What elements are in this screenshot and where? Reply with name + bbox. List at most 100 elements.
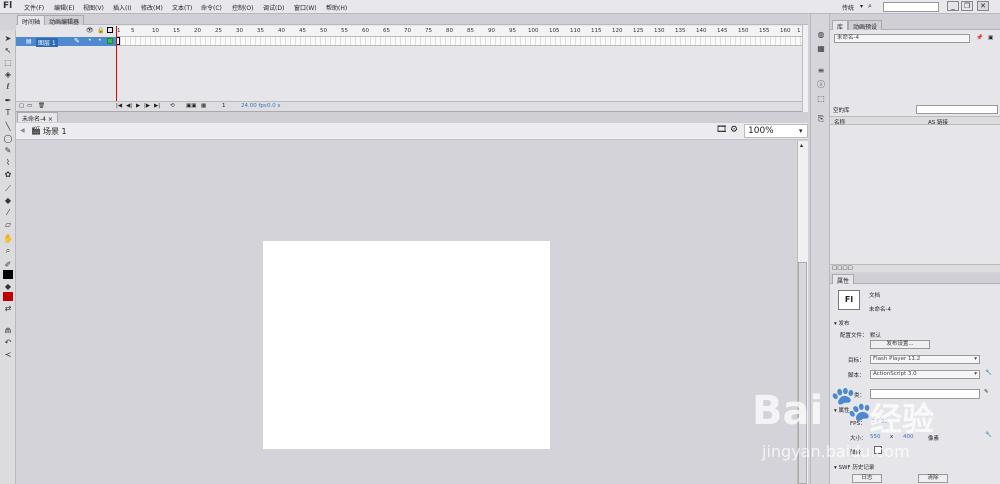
fill-color-swatch[interactable] (3, 292, 13, 301)
brush-tool-icon[interactable]: ⌇ (3, 158, 13, 167)
restore-button[interactable]: ❐ (961, 1, 973, 11)
3d-rotation-tool-icon[interactable]: ◈ (3, 70, 13, 79)
menu-insert[interactable]: 插入(I) (113, 3, 131, 12)
chevron-down-icon[interactable]: ▾ (860, 3, 863, 10)
menu-commands[interactable]: 命令(C) (201, 3, 222, 12)
edit-multiple-icon[interactable]: ▦ (201, 103, 206, 109)
publish-settings-button[interactable]: 发布设置... (870, 340, 930, 349)
back-arrow-icon[interactable]: ◀ (20, 127, 25, 134)
frame-rate[interactable]: 24.00 fps (241, 103, 267, 109)
tab-motion-presets[interactable]: 动画预设 (848, 20, 883, 31)
swf-history-section-header[interactable]: ▾ SWF 历史记录 (834, 463, 874, 471)
edit-scene-icon[interactable]: 🎞 (716, 125, 727, 135)
tab-library[interactable]: 库 (832, 20, 849, 31)
fill-color-icon[interactable]: ◆ (3, 282, 13, 291)
zoom-tool-icon[interactable]: ⌕ (3, 246, 13, 255)
pen-tool-icon[interactable]: ✒ (3, 96, 13, 105)
pencil-tool-icon[interactable]: ✎ (3, 146, 13, 155)
target-select[interactable]: Flash Player 11.2 ▾ (870, 355, 980, 364)
new-layer-icon[interactable]: ▢ (19, 103, 24, 109)
close-icon[interactable]: × (48, 116, 53, 123)
transform-panel-icon[interactable]: ⬚ (816, 94, 826, 103)
scene-name[interactable]: 场景 1 (43, 126, 67, 137)
new-library-icon[interactable]: ▣ (988, 35, 993, 41)
zoom-select[interactable]: 100% ▾ (744, 124, 808, 138)
publish-section-header[interactable]: ▾ 发布 (834, 319, 850, 327)
library-document-select[interactable]: 未命名-4 (834, 34, 970, 43)
delete-layer-icon[interactable]: 🗑 (38, 103, 45, 109)
properties-section-header[interactable]: ▾ 属性 (834, 406, 850, 414)
frame-ruler[interactable]: 1 5 10 15 20 25 30 35 40 45 50 55 60 65 … (116, 26, 802, 37)
first-frame-icon[interactable]: |◀ (116, 103, 122, 109)
smooth-icon[interactable]: ↶ (3, 338, 13, 347)
lock-dot[interactable]: • (98, 37, 102, 44)
menu-file[interactable]: 文件(F) (24, 3, 44, 12)
scroll-up-icon[interactable]: ▴ (800, 142, 803, 149)
tab-timeline[interactable]: 时间轴 (17, 15, 46, 26)
stage-height[interactable]: 400 (903, 434, 914, 440)
eye-icon[interactable]: 👁 (86, 27, 94, 34)
edit-symbol-icon[interactable]: ⚙ (730, 125, 738, 135)
workspace-switcher[interactable]: 传统 (842, 3, 854, 12)
color-panel-icon[interactable]: ◍ (816, 30, 826, 39)
text-tool-icon[interactable]: T (3, 108, 13, 117)
swatches-panel-icon[interactable]: ▦ (816, 44, 826, 53)
menu-help[interactable]: 帮助(H) (326, 3, 347, 12)
lasso-tool-icon[interactable]: ℓ (3, 82, 13, 91)
current-frame[interactable]: 1 (222, 103, 226, 109)
play-icon[interactable]: ▶ (136, 103, 140, 109)
clear-button[interactable]: 清除 (918, 474, 948, 483)
layer-row[interactable]: ▤ 图层 1 ✎ • • (16, 37, 116, 47)
stage-scroll-thumb[interactable] (798, 262, 807, 484)
loop-icon[interactable]: ⟲ (170, 103, 175, 109)
eyedropper-tool-icon[interactable]: ⁄ (3, 208, 13, 217)
line-tool-icon[interactable]: ╲ (3, 122, 13, 131)
prev-frame-icon[interactable]: ◀| (126, 103, 132, 109)
menu-window[interactable]: 窗口(W) (294, 3, 317, 12)
last-frame-icon[interactable]: ▶| (154, 103, 160, 109)
menu-text[interactable]: 文本(T) (172, 3, 192, 12)
edit-class-icon[interactable]: ✎ (984, 389, 989, 395)
next-frame-icon[interactable]: |▶ (144, 103, 150, 109)
frames-row[interactable] (116, 37, 802, 46)
menu-edit[interactable]: 编辑(E) (54, 3, 74, 12)
menu-view[interactable]: 视图(V) (83, 3, 104, 12)
code-snippets-icon[interactable]: ⎘ (816, 114, 826, 123)
menu-control[interactable]: 控制(O) (232, 3, 253, 12)
library-list[interactable] (830, 125, 1000, 265)
menu-modify[interactable]: 修改(M) (141, 3, 163, 12)
swap-colors-icon[interactable]: ⇄ (3, 304, 13, 313)
tab-document[interactable]: 未命名-4 × (17, 112, 58, 123)
layer-outline-color[interactable] (107, 38, 113, 44)
pin-icon[interactable]: 📌 (976, 35, 983, 41)
close-button[interactable]: ✕ (977, 1, 989, 11)
stage-canvas[interactable] (263, 241, 550, 449)
help-search-input[interactable] (883, 2, 939, 12)
stroke-color-icon[interactable]: ✐ (3, 260, 13, 269)
menu-debug[interactable]: 调试(D) (263, 3, 284, 12)
bone-tool-icon[interactable]: ⟋ (3, 184, 13, 193)
new-symbol-icon[interactable]: ▢▢▢▢ (832, 265, 853, 271)
stage-color-swatch[interactable] (874, 446, 882, 454)
script-select[interactable]: ActionScript 3.0 ▾ (870, 370, 980, 379)
playhead[interactable] (116, 26, 117, 106)
oval-tool-icon[interactable]: ◯ (3, 134, 13, 143)
subselection-tool-icon[interactable]: ↖ (3, 46, 13, 55)
stroke-color-swatch[interactable] (3, 270, 13, 279)
log-button[interactable]: 日志 (852, 474, 882, 483)
class-input[interactable] (870, 389, 980, 399)
tab-properties[interactable]: 属性 (832, 274, 855, 285)
paint-bucket-tool-icon[interactable]: ◆ (3, 196, 13, 205)
timeline-scrollbar[interactable] (802, 25, 808, 112)
free-transform-tool-icon[interactable]: ⬚ (3, 58, 13, 67)
eraser-tool-icon[interactable]: ▱ (3, 220, 13, 229)
wrench-icon[interactable]: 🔧 (985, 432, 992, 438)
selection-tool-icon[interactable]: ➤ (3, 34, 13, 43)
straighten-icon[interactable]: ≺ (3, 350, 13, 359)
outline-icon[interactable] (107, 27, 113, 33)
visible-dot[interactable]: • (88, 37, 92, 44)
layer-name[interactable]: 图层 1 (36, 38, 58, 47)
new-folder-icon[interactable]: ▭ (27, 103, 32, 109)
tab-motion-editor[interactable]: 动画编辑器 (44, 15, 85, 26)
snap-magnet-icon[interactable]: ⋒ (3, 326, 13, 335)
